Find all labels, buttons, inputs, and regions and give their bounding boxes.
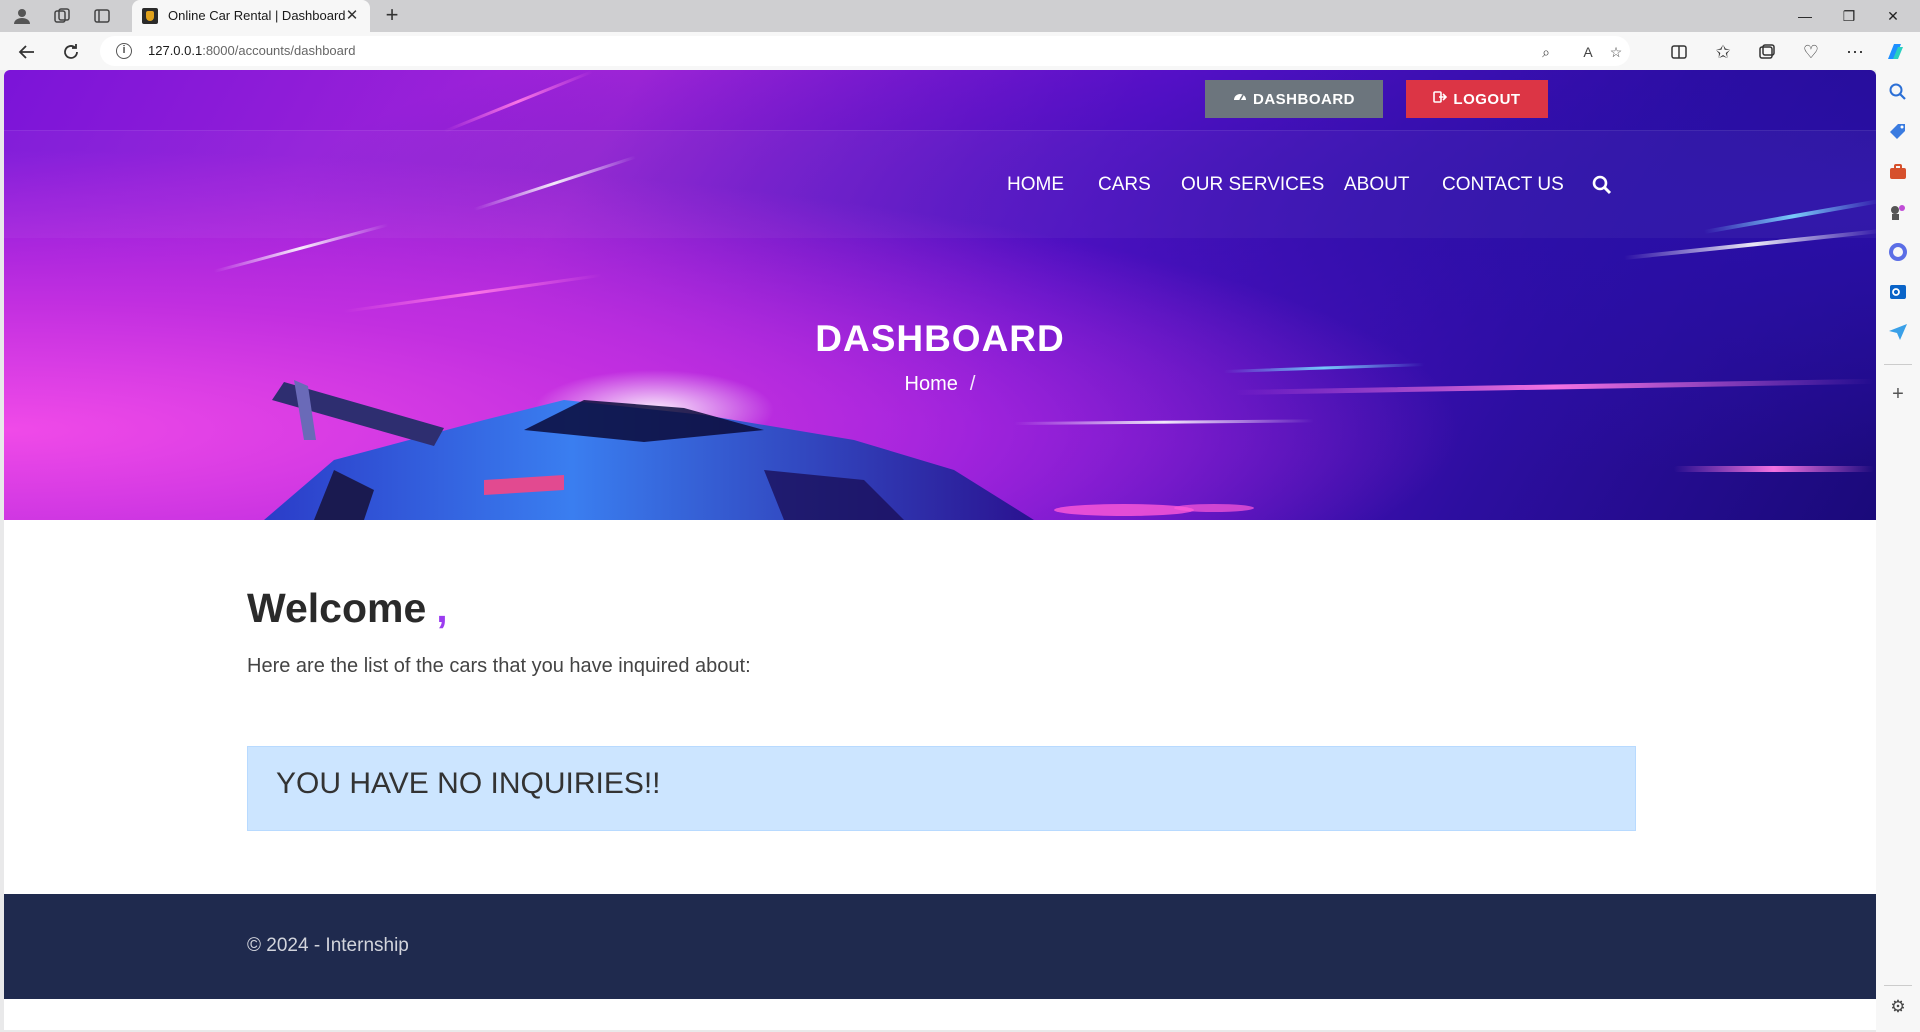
reload-icon[interactable] (58, 39, 84, 65)
edge-sidebar: + ⚙ (1876, 70, 1920, 1032)
nav-our-services[interactable]: OUR SERVICES (1181, 174, 1324, 196)
outlook-icon[interactable] (1886, 280, 1910, 304)
dashboard-gauge-icon (1233, 90, 1247, 108)
browser-tab-active[interactable]: Online Car Rental | Dashboard ✕ (132, 0, 370, 32)
split-screen-icon[interactable] (1666, 39, 1692, 65)
profile-icon[interactable] (10, 4, 34, 28)
zoom-icon[interactable]: ⌕ (1536, 42, 1556, 62)
logout-button-label: LOGOUT (1453, 90, 1521, 108)
close-window-icon[interactable]: ✕ (1871, 0, 1915, 32)
settings-gear-icon[interactable]: ⚙ (1886, 995, 1910, 1019)
games-icon[interactable] (1886, 200, 1910, 224)
send-icon[interactable] (1886, 320, 1910, 344)
new-tab-icon[interactable]: + (380, 4, 404, 28)
inquiries-intro-text: Here are the list of the cars that you h… (247, 655, 751, 677)
welcome-text: Welcome (247, 585, 427, 631)
close-tab-icon[interactable]: ✕ (342, 6, 362, 26)
page-title: DASHBOARD (815, 318, 1065, 359)
alert-message: YOU HAVE NO INQUIRIES!! (276, 767, 661, 800)
site-favicon-icon (142, 8, 158, 24)
add-icon[interactable]: + (1886, 382, 1910, 406)
no-inquiries-alert: YOU HAVE NO INQUIRIES!! (247, 746, 1636, 831)
dashboard-button[interactable]: DASHBOARD (1205, 80, 1383, 118)
read-aloud-icon[interactable]: A (1578, 42, 1598, 62)
nav-contact-us[interactable]: CONTACT US (1442, 174, 1564, 196)
breadcrumb: Home / (4, 373, 1876, 396)
nav-search-icon[interactable] (1591, 174, 1613, 196)
microsoft365-icon[interactable] (1886, 240, 1910, 264)
sign-out-icon (1433, 90, 1448, 108)
workspaces-icon[interactable] (50, 4, 74, 28)
logout-button[interactable]: LOGOUT (1406, 80, 1548, 118)
tab-strip: Online Car Rental | Dashboard ✕ + — ❐ ✕ (0, 0, 1920, 32)
site-info-icon[interactable]: i (116, 43, 132, 59)
breadcrumb-separator: / (969, 373, 976, 395)
nav-about[interactable]: ABOUT (1344, 174, 1409, 196)
breadcrumb-home[interactable]: Home (905, 373, 958, 395)
dashboard-button-label: DASHBOARD (1253, 90, 1355, 108)
welcome-username: , (436, 585, 448, 631)
web-page: DASHBOARD LOGOUT HOME CARS OUR SERVICES … (4, 70, 1876, 1030)
sidebar-divider (1884, 985, 1912, 986)
address-toolbar: i 127.0.0.1:8000/accounts/dashboard ⌕ A … (0, 32, 1920, 70)
minimize-icon[interactable]: — (1783, 0, 1827, 32)
more-options-icon[interactable]: ⋯ (1842, 39, 1868, 65)
shopping-tag-icon[interactable] (1886, 120, 1910, 144)
tab-actions-icon[interactable] (90, 4, 114, 28)
welcome-heading: Welcome, (247, 585, 448, 632)
restore-icon[interactable]: ❐ (1827, 0, 1871, 32)
nav-cars[interactable]: CARS (1098, 174, 1151, 196)
browser-window: Online Car Rental | Dashboard ✕ + — ❐ ✕ … (0, 0, 1920, 1032)
hero-banner: DASHBOARD LOGOUT HOME CARS OUR SERVICES … (4, 70, 1876, 520)
footer: © 2024 - Internship (4, 894, 1876, 999)
favorite-star-icon[interactable]: ☆ (1606, 42, 1626, 62)
top-bar: DASHBOARD LOGOUT (4, 70, 1876, 130)
url-field[interactable]: i 127.0.0.1:8000/accounts/dashboard ⌕ A … (100, 36, 1630, 66)
url-text: 127.0.0.1:8000/accounts/dashboard (148, 43, 356, 58)
collections-icon[interactable] (1754, 39, 1780, 65)
back-icon[interactable] (14, 39, 40, 65)
sidebar-divider (1884, 364, 1912, 365)
copyright-text: © 2024 - Internship (247, 935, 409, 956)
tools-icon[interactable] (1886, 160, 1910, 184)
tab-title: Online Car Rental | Dashboard (168, 8, 346, 23)
search-icon[interactable] (1886, 80, 1910, 104)
favorites-icon[interactable]: ✩ (1710, 39, 1736, 65)
nav-home[interactable]: HOME (1007, 174, 1064, 196)
copilot-icon[interactable] (1882, 39, 1908, 65)
main-navbar: HOME CARS OUR SERVICES ABOUT CONTACT US (4, 130, 1876, 238)
browser-essentials-icon[interactable]: ♡ (1798, 39, 1824, 65)
